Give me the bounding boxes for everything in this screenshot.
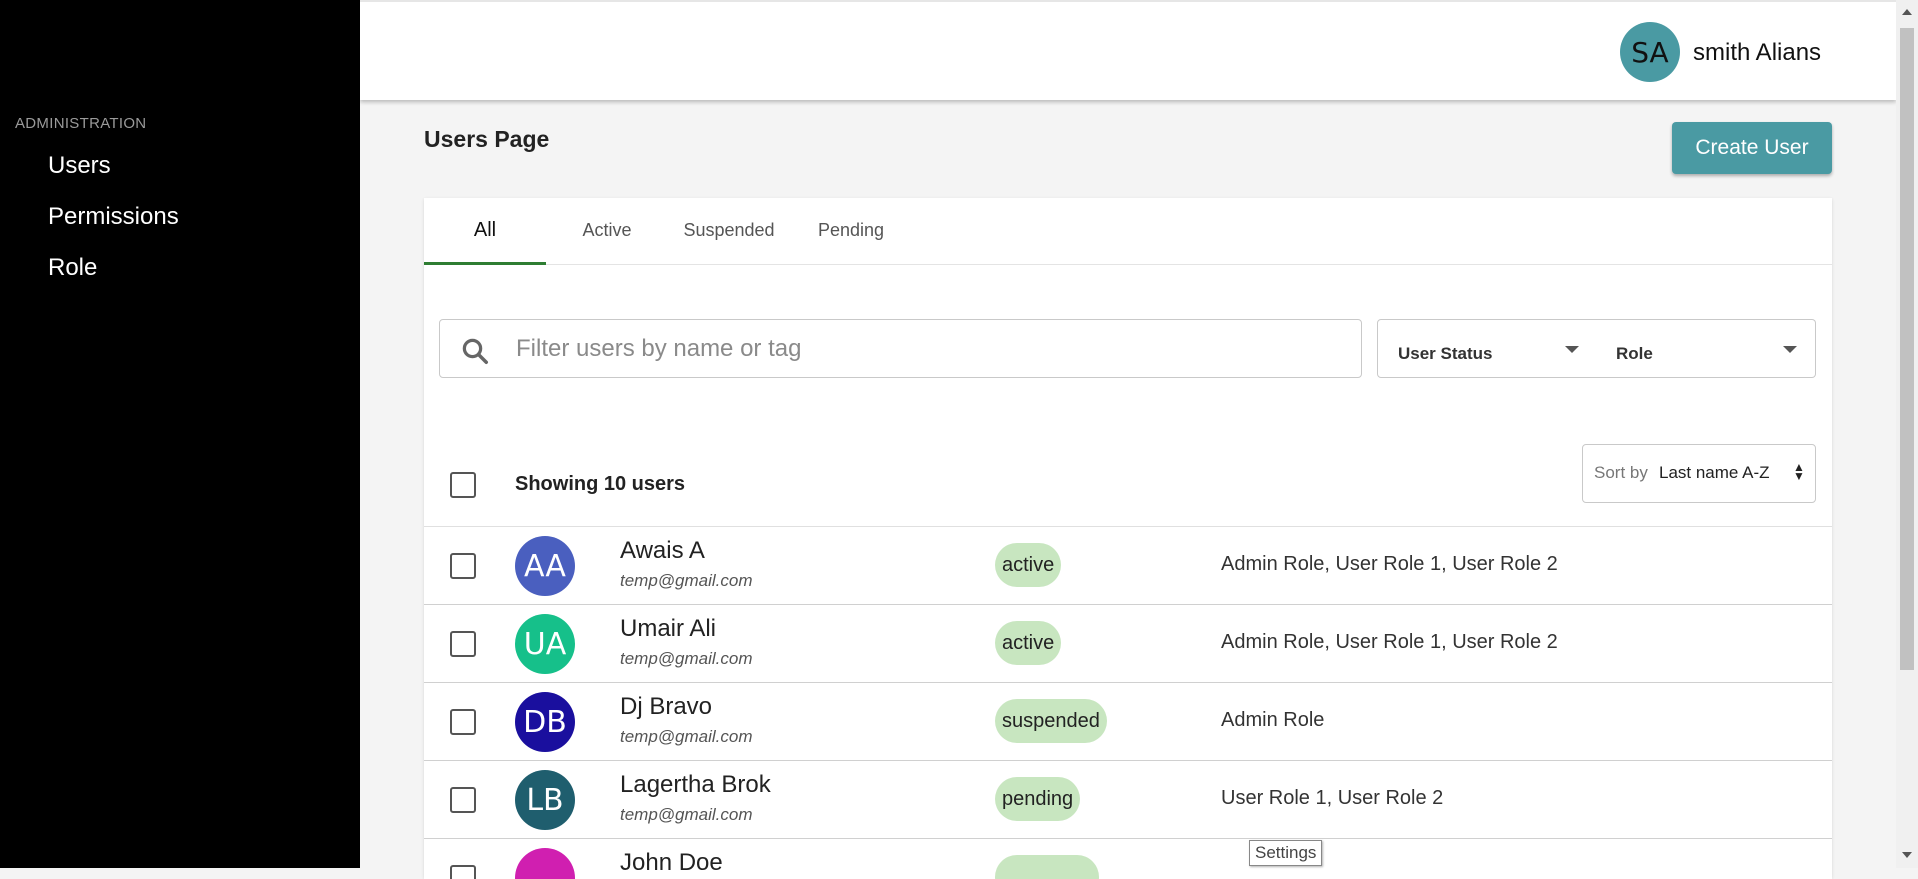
- users-card: All Active Suspended Pending User Status…: [424, 198, 1832, 879]
- user-roles: Admin Role, User Role 1, User Role 2: [1221, 553, 1558, 575]
- status-badge: active: [995, 621, 1062, 665]
- status-tabs: All Active Suspended Pending: [424, 198, 1832, 265]
- user-name[interactable]: John Doe: [620, 849, 723, 877]
- user-email: temp@gmail.com: [620, 649, 753, 668]
- scrollbar-thumb[interactable]: [1900, 28, 1914, 670]
- row-checkbox[interactable]: [450, 787, 476, 813]
- search-box: [439, 319, 1362, 378]
- table-row[interactable]: John Doe: [424, 839, 1832, 879]
- user-roles: Admin Role: [1221, 709, 1325, 731]
- user-name[interactable]: Lagertha Brok: [620, 771, 771, 799]
- table-row[interactable]: LB Lagertha Brok temp@gmail.com pending …: [424, 761, 1832, 839]
- user-name[interactable]: Awais A: [620, 537, 705, 565]
- user-avatar[interactable]: SA: [1620, 22, 1680, 82]
- sort-label: Sort by: [1594, 463, 1648, 482]
- user-email: temp@gmail.com: [620, 571, 753, 590]
- role-label: Role: [1616, 344, 1653, 363]
- row-checkbox[interactable]: [450, 631, 476, 657]
- status-badge: [995, 855, 1099, 879]
- sort-value: Last name A-Z: [1659, 463, 1770, 482]
- avatar: DB: [515, 692, 575, 752]
- page-title: Users Page: [424, 126, 550, 152]
- user-email: temp@gmail.com: [620, 727, 753, 746]
- sidebar-section-title: ADMINISTRATION: [15, 115, 147, 132]
- sidebar-item-users[interactable]: Users: [48, 152, 111, 180]
- user-name[interactable]: Dj Bravo: [620, 693, 712, 721]
- user-name[interactable]: Umair Ali: [620, 615, 716, 643]
- avatar: LB: [515, 770, 575, 830]
- sidebar-item-role[interactable]: Role: [48, 254, 97, 282]
- tab-pending[interactable]: Pending: [790, 198, 912, 263]
- sort-select[interactable]: Sort by Last name A-Z ▲ ▼: [1582, 444, 1816, 503]
- status-badge: suspended: [995, 699, 1107, 743]
- settings-tooltip: Settings: [1249, 840, 1323, 866]
- table-row[interactable]: AA Awais A temp@gmail.com active Admin R…: [424, 527, 1832, 605]
- avatar: AA: [515, 536, 575, 596]
- search-icon: [462, 338, 488, 364]
- chevron-down-icon: [1565, 346, 1579, 353]
- row-checkbox[interactable]: [450, 553, 476, 579]
- avatar: UA: [515, 614, 575, 674]
- chevron-down-icon: [1783, 346, 1797, 353]
- search-input[interactable]: [514, 330, 1338, 368]
- list-header: Showing 10 users Sort by Last name A-Z ▲…: [424, 444, 1832, 527]
- scroll-down-icon[interactable]: [1902, 852, 1912, 858]
- select-all-checkbox[interactable]: [450, 472, 476, 498]
- user-count: Showing 10 users: [515, 473, 686, 495]
- avatar: [515, 848, 575, 879]
- sidebar-item-permissions[interactable]: Permissions: [48, 203, 179, 231]
- status-badge: pending: [995, 777, 1081, 821]
- tab-suspended[interactable]: Suspended: [668, 198, 790, 263]
- user-roles: Admin Role, User Role 1, User Role 2: [1221, 631, 1558, 653]
- user-status-label: User Status: [1398, 344, 1493, 363]
- status-badge: active: [995, 543, 1062, 587]
- table-row[interactable]: DB Dj Bravo temp@gmail.com suspended Adm…: [424, 683, 1832, 761]
- user-status-select[interactable]: User Status: [1377, 319, 1598, 378]
- tab-active[interactable]: Active: [546, 198, 668, 263]
- user-roles: User Role 1, User Role 2: [1221, 787, 1444, 809]
- tab-all[interactable]: All: [424, 198, 546, 265]
- top-bar: SA smith Alians: [360, 0, 1896, 100]
- page-scrollbar[interactable]: [1896, 0, 1918, 868]
- scroll-up-icon[interactable]: [1902, 9, 1912, 15]
- row-checkbox[interactable]: [450, 709, 476, 735]
- sort-arrows-icon: ▲ ▼: [1793, 460, 1805, 483]
- row-checkbox[interactable]: [450, 865, 476, 879]
- user-name[interactable]: smith Alians: [1693, 39, 1821, 67]
- user-email: temp@gmail.com: [620, 805, 753, 824]
- table-row[interactable]: UA Umair Ali temp@gmail.com active Admin…: [424, 605, 1832, 683]
- sidebar: ADMINISTRATION Users Permissions Role: [0, 0, 360, 868]
- create-user-button[interactable]: Create User: [1672, 122, 1832, 174]
- role-select[interactable]: Role: [1596, 319, 1816, 378]
